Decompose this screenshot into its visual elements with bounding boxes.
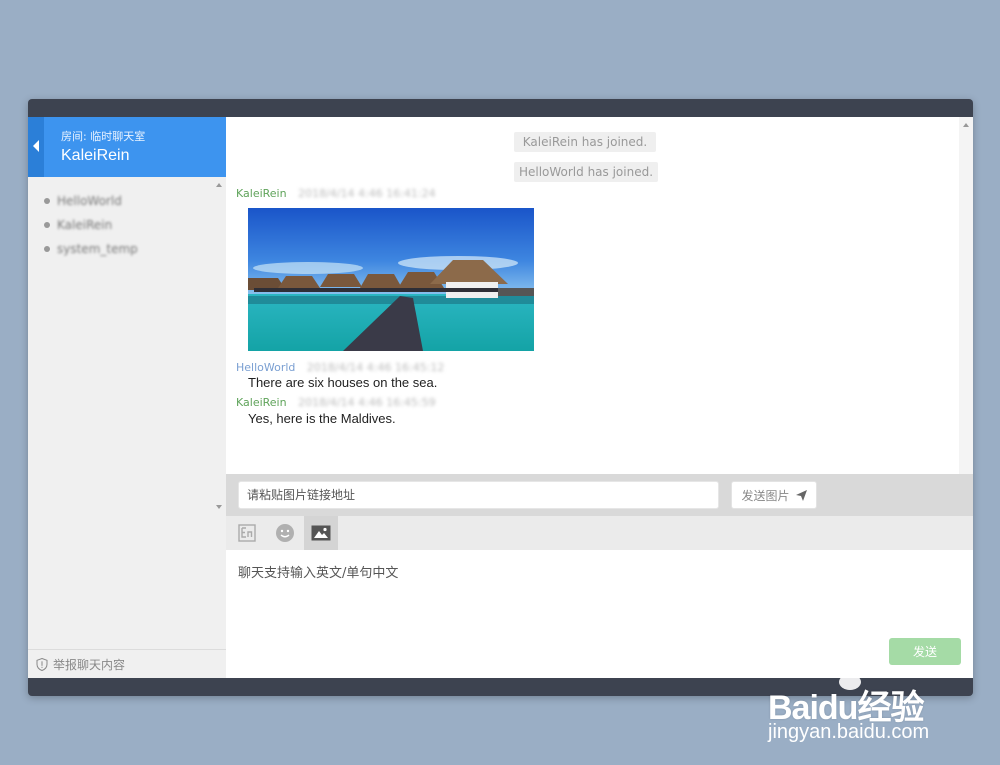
message-sender: HelloWorld bbox=[236, 361, 296, 374]
message-image[interactable] bbox=[248, 208, 534, 351]
message-header: KaleiRein 2018/4/14 4:46 16:45:59 bbox=[236, 396, 436, 409]
message-header: HelloWorld 2018/4/14 4:46 16:45:12 bbox=[236, 361, 444, 374]
collapse-sidebar-button[interactable] bbox=[28, 117, 44, 177]
chat-scrollbar[interactable] bbox=[959, 117, 973, 474]
english-input-icon bbox=[238, 524, 256, 542]
sidebar: 房间: 临时聊天室 KaleiRein HelloWorld KaleiRein… bbox=[28, 117, 227, 678]
send-button[interactable]: 发送 bbox=[889, 638, 961, 665]
online-dot-icon bbox=[44, 246, 50, 252]
sidebar-scroll-up-icon[interactable] bbox=[216, 183, 222, 187]
chat-scroll-up-icon[interactable] bbox=[963, 123, 969, 127]
send-image-button[interactable]: 发送图片 bbox=[731, 481, 817, 509]
message-time: 2018/4/14 4:46 16:45:12 bbox=[306, 361, 445, 374]
user-name: system_temp bbox=[57, 242, 138, 256]
report-label: 举报聊天内容 bbox=[53, 657, 126, 672]
image-icon bbox=[311, 525, 331, 541]
chat-window: 房间: 临时聊天室 KaleiRein HelloWorld KaleiRein… bbox=[28, 99, 973, 696]
message-input[interactable] bbox=[236, 560, 880, 624]
report-chat-link[interactable]: 举报聊天内容 bbox=[28, 649, 226, 678]
english-input-button[interactable] bbox=[230, 516, 264, 550]
message-time: 2018/4/14 4:46 16:41:24 bbox=[298, 187, 436, 200]
message-time: 2018/4/14 4:46 16:45:59 bbox=[298, 396, 436, 409]
user-list-item[interactable]: HelloWorld bbox=[28, 189, 216, 213]
send-image-label: 发送图片 bbox=[741, 488, 790, 503]
image-url-bar: 发送图片 bbox=[226, 474, 973, 516]
shield-icon bbox=[36, 657, 48, 671]
chat-window-body: 房间: 临时聊天室 KaleiRein HelloWorld KaleiRein… bbox=[28, 117, 973, 678]
current-user-name: KaleiRein bbox=[61, 147, 130, 164]
sidebar-scroll-down-icon[interactable] bbox=[216, 505, 222, 509]
message-text: Yes, here is the Maldives. bbox=[248, 411, 396, 426]
input-toolbar bbox=[226, 516, 973, 550]
message-text: There are six houses on the sea. bbox=[248, 375, 438, 390]
online-dot-icon bbox=[44, 198, 50, 204]
image-button[interactable] bbox=[304, 516, 338, 550]
user-list-item[interactable]: KaleiRein bbox=[28, 213, 216, 237]
user-name: HelloWorld bbox=[57, 194, 122, 208]
message-sender: KaleiRein bbox=[236, 187, 287, 200]
message-sender: KaleiRein bbox=[236, 396, 287, 409]
room-header: 房间: 临时聊天室 KaleiRein bbox=[28, 117, 226, 177]
baidu-watermark-url: jingyan.baidu.com bbox=[768, 721, 930, 743]
system-message: HelloWorld has joined. bbox=[514, 162, 658, 182]
room-label: 房间: 临时聊天室 bbox=[61, 130, 146, 143]
message-area: KaleiRein has joined. HelloWorld has joi… bbox=[226, 117, 973, 474]
emoji-icon bbox=[276, 524, 294, 542]
image-url-input[interactable] bbox=[238, 481, 719, 509]
paper-plane-icon bbox=[795, 489, 807, 501]
system-message: KaleiRein has joined. bbox=[514, 132, 656, 152]
emoji-button[interactable] bbox=[268, 516, 302, 550]
message-header: KaleiRein 2018/4/14 4:46 16:41:24 bbox=[236, 187, 436, 200]
user-name: KaleiRein bbox=[57, 218, 113, 232]
online-dot-icon bbox=[44, 222, 50, 228]
user-list-item[interactable]: system_temp bbox=[28, 237, 216, 261]
user-list: HelloWorld KaleiRein system_temp bbox=[28, 189, 216, 261]
